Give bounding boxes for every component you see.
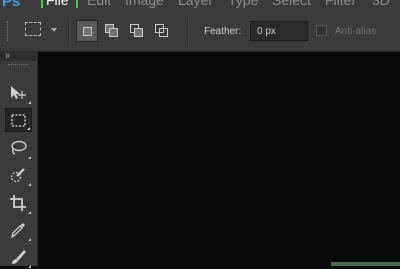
quick-selection-tool-icon bbox=[10, 168, 25, 183]
tools-panel-grip[interactable] bbox=[8, 64, 28, 67]
brush-tool[interactable] bbox=[5, 245, 32, 269]
tools-panel: » bbox=[0, 50, 38, 269]
tool-flyout-indicator bbox=[28, 265, 31, 268]
tool-flyout-indicator bbox=[28, 101, 31, 104]
eyedropper-tool[interactable] bbox=[5, 218, 32, 242]
intersect-selection-icon-part bbox=[159, 28, 168, 37]
rectangular-marquee-tool[interactable] bbox=[5, 108, 32, 132]
app-logo: Ps bbox=[2, 0, 20, 8]
move-tool[interactable] bbox=[5, 81, 32, 105]
tool-flyout-indicator bbox=[28, 238, 31, 241]
quick-selection-tool[interactable] bbox=[5, 163, 32, 187]
separator bbox=[187, 18, 189, 46]
anti-alias-label: Anti-alias bbox=[335, 26, 377, 37]
document-canvas[interactable] bbox=[38, 52, 400, 266]
add-to-selection-button[interactable] bbox=[101, 20, 123, 42]
menu-select[interactable]: Select bbox=[272, 0, 311, 8]
tools-panel-header: » bbox=[0, 50, 38, 61]
lasso-tool-icon bbox=[11, 140, 27, 155]
collapse-icon[interactable]: » bbox=[5, 50, 10, 60]
move-tool-icon bbox=[11, 86, 26, 99]
menu-type[interactable]: Type bbox=[228, 0, 258, 8]
feather-label: Feather: bbox=[204, 26, 242, 37]
menu-layer[interactable]: Layer bbox=[178, 0, 213, 8]
chevron-down-icon[interactable] bbox=[51, 28, 57, 32]
subtract-from-selection-button[interactable] bbox=[126, 20, 148, 42]
new-selection-icon bbox=[83, 27, 92, 36]
menu-image[interactable]: Image bbox=[125, 0, 164, 8]
tool-flyout-indicator bbox=[28, 156, 31, 159]
crop-tool-icon bbox=[10, 195, 26, 211]
brush-tool-icon bbox=[12, 250, 26, 264]
intersect-selection-button[interactable] bbox=[151, 20, 173, 42]
tool-flyout-indicator bbox=[28, 211, 31, 214]
feather-input[interactable]: 0 px bbox=[250, 21, 308, 41]
crop-tool[interactable] bbox=[5, 191, 32, 215]
tool-preset-marquee-icon[interactable] bbox=[25, 22, 41, 36]
tool-flyout-indicator bbox=[27, 127, 30, 130]
options-bar: Feather: 0 px Anti-alias bbox=[0, 8, 400, 52]
tool-flyout-indicator bbox=[28, 183, 31, 186]
rectangular-marquee-tool-icon bbox=[11, 114, 26, 127]
lasso-tool[interactable] bbox=[5, 136, 32, 160]
separator bbox=[68, 18, 70, 46]
subtract-selection-icon-part bbox=[134, 28, 143, 37]
menu-edit[interactable]: Edit bbox=[87, 0, 111, 8]
menu-filter[interactable]: Filter bbox=[325, 0, 356, 8]
anti-alias-checkbox[interactable] bbox=[316, 25, 327, 36]
add-selection-icon-part bbox=[109, 28, 118, 37]
menu-3d[interactable]: 3D bbox=[372, 0, 390, 8]
watermark-edge bbox=[331, 262, 400, 266]
eyedropper-tool-icon bbox=[10, 223, 25, 239]
options-bar-grip[interactable] bbox=[7, 21, 10, 41]
new-selection-button[interactable] bbox=[76, 20, 98, 42]
